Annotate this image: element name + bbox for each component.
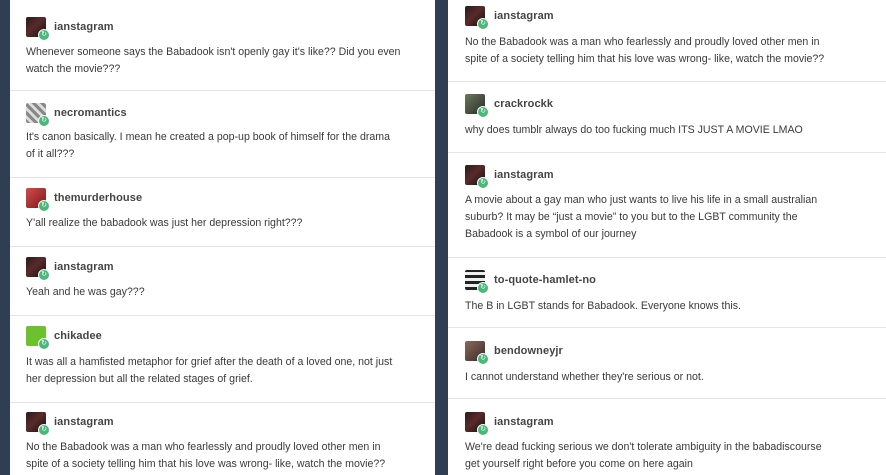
post-text: It was all a hamfisted metaphor for grie… (26, 354, 426, 388)
post: ↻ chikadee It was all a hamfisted metaph… (10, 316, 435, 403)
text-line: Y'all realize the babadook was just her … (26, 217, 303, 229)
avatar[interactable]: ↻ (26, 188, 50, 212)
avatar[interactable]: ↻ (26, 412, 50, 436)
reblog-icon: ↻ (38, 29, 50, 41)
post: ↻ ianstagram We're dead fucking serious … (448, 399, 886, 475)
text-line: It was all a hamfisted metaphor for grie… (26, 356, 393, 368)
avatar[interactable]: ↻ (465, 270, 489, 294)
reblog-icon: ↻ (477, 282, 489, 294)
text-line: We're dead fucking serious we don't tole… (465, 441, 822, 453)
text-line: No the Babadook was a man who fearlessly… (465, 36, 820, 48)
username[interactable]: ianstagram (54, 416, 114, 428)
post: ↻ themurderhouse Y'all realize the babad… (10, 178, 435, 247)
text-line: get yourself right before you come on he… (465, 458, 693, 470)
text-line: spite of a society telling him that his … (465, 53, 825, 65)
post-text: I cannot understand whether they're seri… (465, 369, 875, 386)
text-line: why does tumblr always do too fucking mu… (465, 124, 803, 136)
username[interactable]: ianstagram (494, 10, 554, 22)
post-text: No the Babadook was a man who fearlessly… (465, 34, 875, 68)
post-text: The B in LGBT stands for Babadook. Every… (465, 298, 875, 315)
username[interactable]: to-quote-hamlet-no (494, 274, 596, 286)
post-text: why does tumblr always do too fucking mu… (465, 122, 875, 139)
reblog-icon: ↻ (477, 106, 489, 118)
post: ↻ ianstagram No the Babadook was a man w… (448, 0, 886, 82)
text-line: her depression but all the related stage… (26, 373, 253, 385)
post: ↻ bendowneyjr I cannot understand whethe… (448, 328, 886, 399)
text-line: It's canon basically. I mean he created … (26, 131, 390, 143)
text-line: Yeah and he was gay??? (26, 286, 145, 298)
reblog-icon: ↻ (38, 424, 50, 436)
post: ↻ ianstagram No the Babadook was a man w… (10, 403, 435, 475)
reblog-icon: ↻ (38, 338, 50, 350)
username[interactable]: ianstagram (494, 416, 554, 428)
post: ↻ ianstagram Yeah and he was gay??? (10, 247, 435, 316)
username[interactable]: crackrockk (494, 98, 553, 110)
text-line: suburb? It may be “just a movie” to you … (465, 211, 798, 223)
post: ↻ ianstagram Whenever someone says the B… (10, 4, 435, 91)
post: ↻ necromantics It's canon basically. I m… (10, 91, 435, 178)
post: ↻ ianstagram A movie about a gay man who… (448, 153, 886, 258)
avatar[interactable]: ↻ (465, 6, 489, 30)
username[interactable]: ianstagram (54, 21, 114, 33)
avatar[interactable]: ↻ (465, 94, 489, 118)
post-text: Whenever someone says the Babadook isn't… (26, 44, 426, 78)
post: ↻ crackrockk why does tumblr always do t… (448, 82, 886, 153)
text-line: of it all??? (26, 148, 75, 160)
post: ↻ to-quote-hamlet-no The B in LGBT stand… (448, 258, 886, 328)
text-line: No the Babadook was a man who fearlessly… (26, 441, 381, 453)
text-line: Babadook is a symbol of our journey (465, 228, 637, 240)
post-text: Yeah and he was gay??? (26, 284, 426, 301)
reblog-icon: ↻ (477, 177, 489, 189)
reblog-icon: ↻ (477, 424, 489, 436)
text-line: I cannot understand whether they're seri… (465, 371, 704, 383)
username[interactable]: chikadee (54, 330, 102, 342)
avatar[interactable]: ↻ (465, 412, 489, 436)
reblog-icon: ↻ (38, 115, 50, 127)
avatar[interactable]: ↻ (26, 326, 50, 350)
post-text: It's canon basically. I mean he created … (26, 129, 426, 163)
avatar[interactable]: ↻ (26, 17, 50, 41)
post-text: No the Babadook was a man who fearlessly… (26, 439, 426, 473)
username[interactable]: necromantics (54, 107, 127, 119)
text-line: The B in LGBT stands for Babadook. Every… (465, 300, 741, 312)
username[interactable]: ianstagram (494, 169, 554, 181)
left-column: ↻ ianstagram Whenever someone says the B… (10, 0, 435, 475)
text-line: Whenever someone says the Babadook isn't… (26, 46, 401, 58)
right-column: ↻ ianstagram No the Babadook was a man w… (448, 0, 886, 475)
avatar[interactable]: ↻ (26, 103, 50, 127)
text-line: A movie about a gay man who just wants t… (465, 194, 818, 206)
username[interactable]: ianstagram (54, 261, 114, 273)
post-text: A movie about a gay man who just wants t… (465, 192, 875, 243)
reblog-icon: ↻ (38, 269, 50, 281)
post-text: Y'all realize the babadook was just her … (26, 215, 426, 232)
avatar[interactable]: ↻ (465, 341, 489, 365)
username[interactable]: bendowneyjr (494, 345, 563, 357)
reblog-icon: ↻ (477, 353, 489, 365)
avatar[interactable]: ↻ (465, 165, 489, 189)
reblog-icon: ↻ (38, 200, 50, 212)
post-text: We're dead fucking serious we don't tole… (465, 439, 875, 473)
text-line: watch the movie??? (26, 63, 121, 75)
username[interactable]: themurderhouse (54, 192, 142, 204)
text-line: spite of a society telling him that his … (26, 458, 386, 470)
reblog-icon: ↻ (477, 18, 489, 30)
avatar[interactable]: ↻ (26, 257, 50, 281)
